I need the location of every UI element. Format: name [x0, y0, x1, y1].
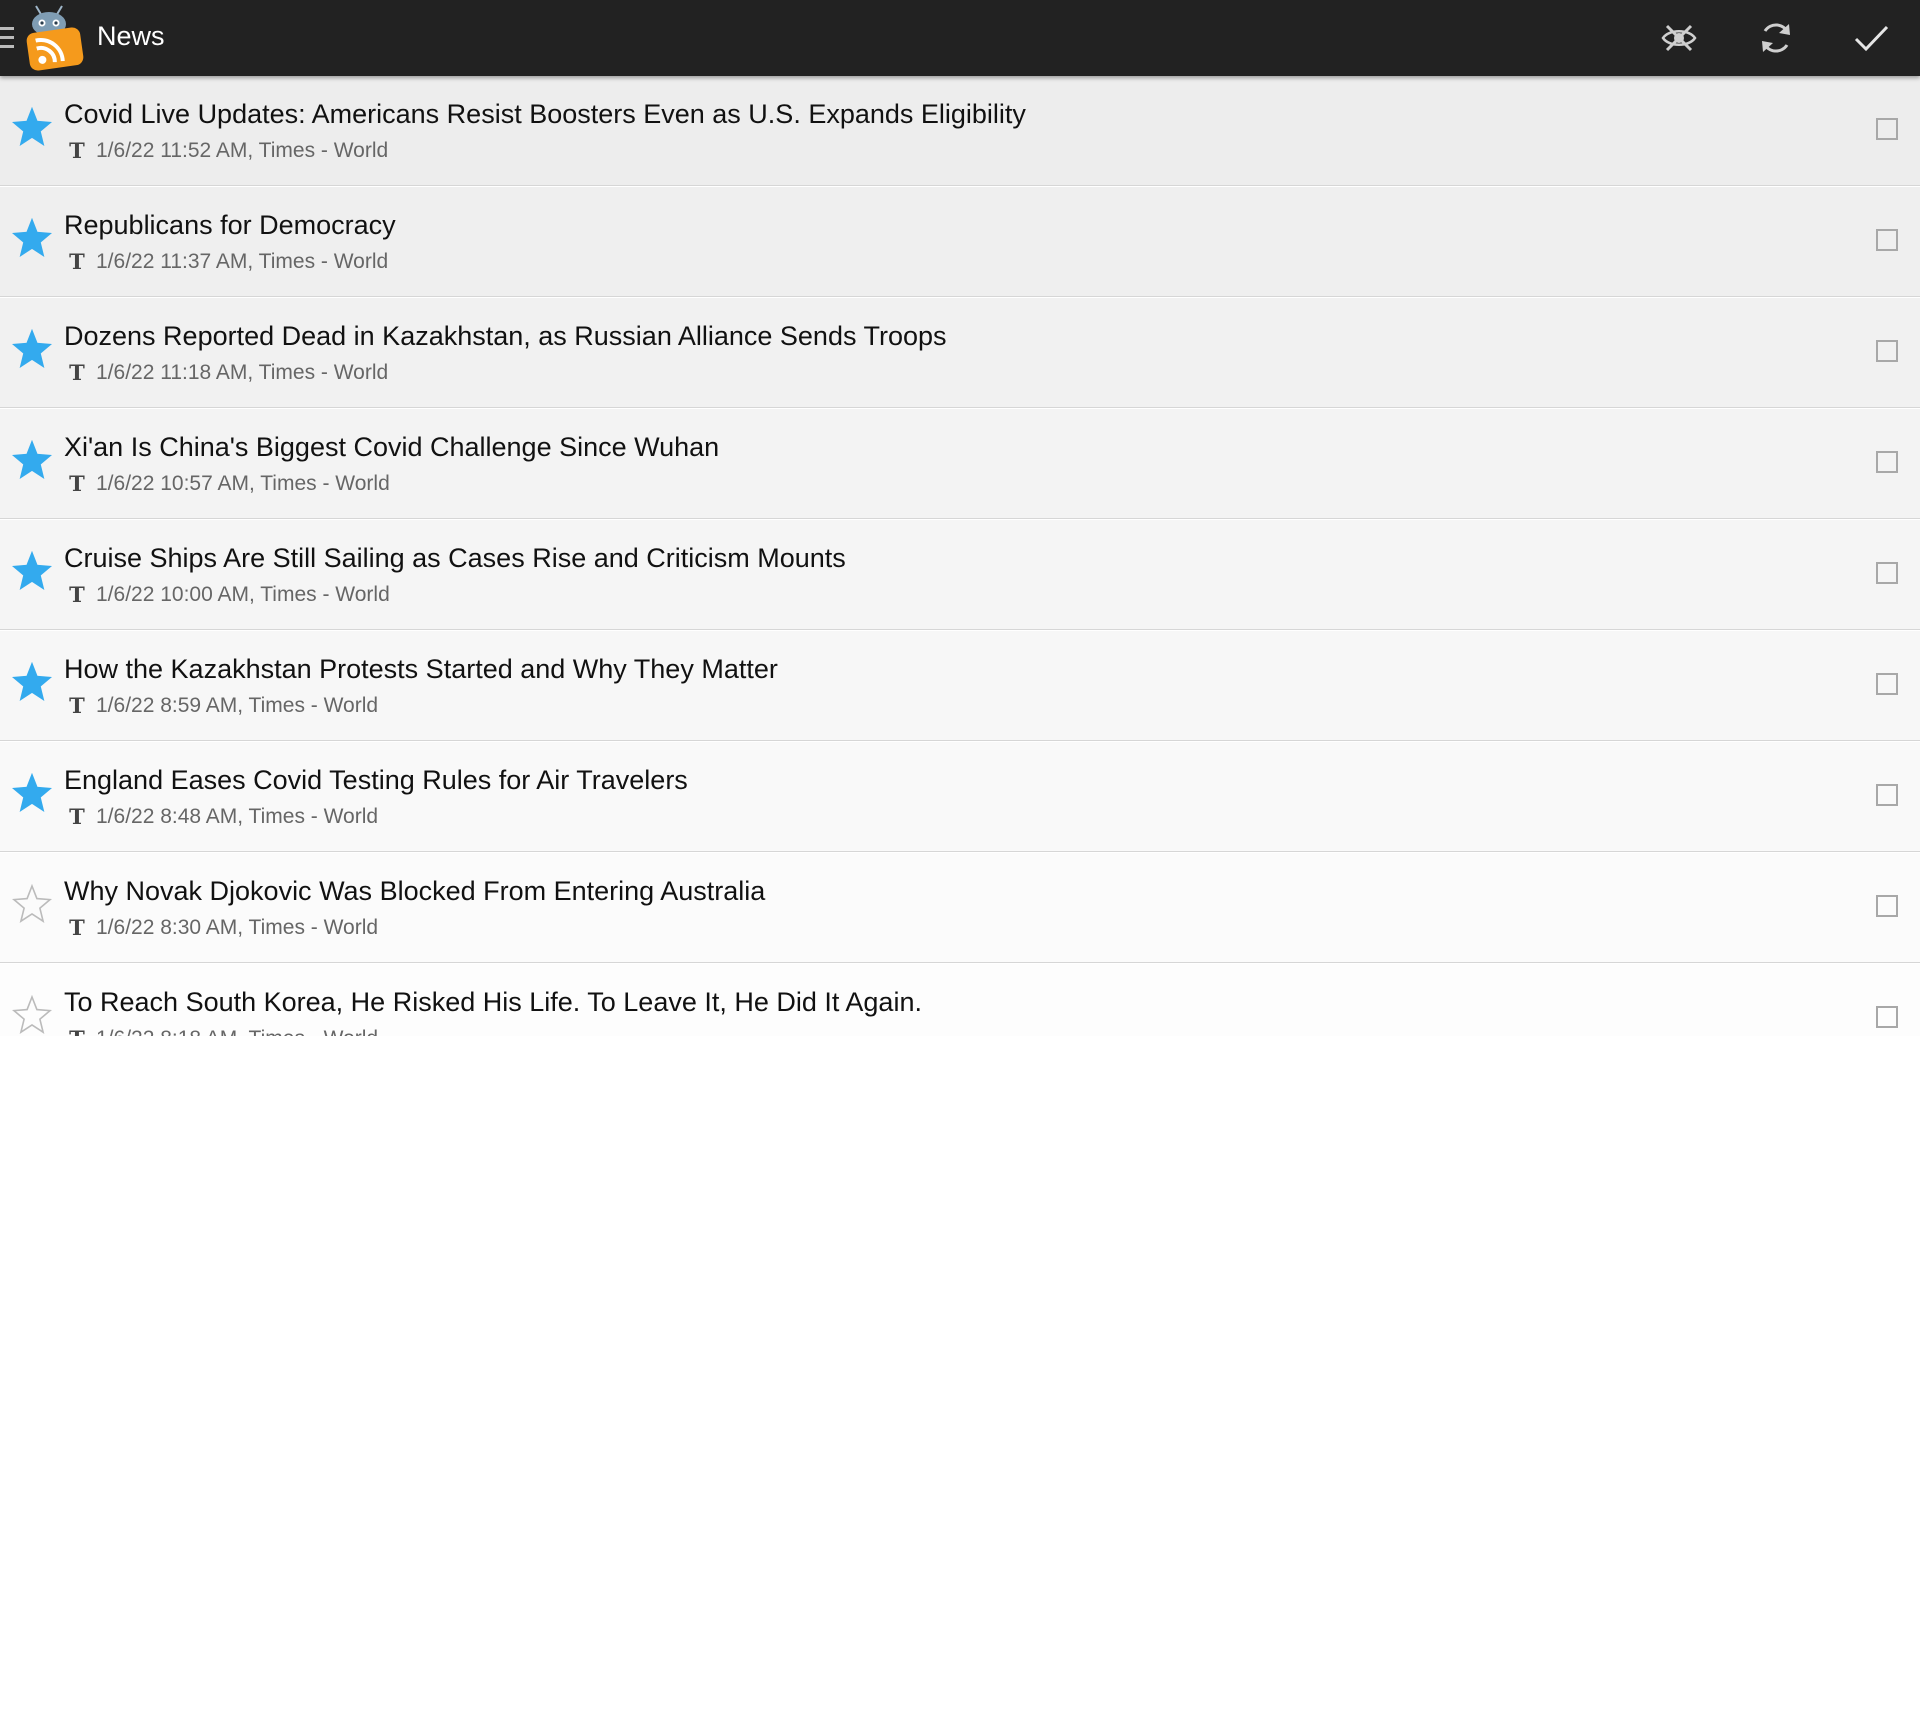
article-meta: 1/6/22 10:57 AM, Times - World: [96, 472, 390, 495]
svg-text:T: T: [69, 804, 85, 828]
refresh-button[interactable]: [1752, 14, 1800, 62]
svg-text:T: T: [69, 249, 85, 273]
article-row[interactable]: To Reach South Korea, He Risked His Life…: [0, 964, 1920, 1036]
feed-source-icon: T: [69, 1026, 85, 1036]
svg-text:T: T: [69, 915, 85, 939]
refresh-icon: [1762, 23, 1790, 53]
app-logo-icon[interactable]: [22, 2, 88, 72]
star-filled-icon[interactable]: [12, 440, 52, 480]
star-filled-icon[interactable]: [12, 773, 52, 813]
article-meta: 1/6/22 8:59 AM, Times - World: [96, 694, 379, 717]
mark-read-checkbox[interactable]: [1876, 784, 1898, 806]
mark-read-checkbox[interactable]: [1876, 673, 1898, 695]
svg-text:T: T: [69, 138, 85, 162]
article-meta: 1/6/22 8:48 AM, Times - World: [96, 805, 379, 828]
mark-read-checkbox[interactable]: [1876, 895, 1898, 917]
hide-read-button[interactable]: [1655, 14, 1703, 62]
mark-read-checkbox[interactable]: [1876, 451, 1898, 473]
article-title: How the Kazakhstan Protests Started and …: [64, 654, 778, 684]
feed-source-icon: T: [69, 360, 85, 384]
mark-all-read-button[interactable]: [1847, 14, 1895, 62]
feed-source-icon: T: [69, 693, 85, 717]
article-row[interactable]: Why Novak Djokovic Was Blocked From Ente…: [0, 853, 1920, 963]
feed-source-icon: T: [69, 138, 85, 162]
article-title: England Eases Covid Testing Rules for Ai…: [64, 765, 688, 795]
article-title: Xi'an Is China's Biggest Covid Challenge…: [64, 432, 720, 462]
article-row[interactable]: Republicans for Democracy T 1/6/22 11:37 A…: [0, 187, 1920, 297]
article-title: Cruise Ships Are Still Sailing as Cases …: [64, 543, 846, 573]
svg-text:T: T: [69, 582, 85, 606]
article-meta: 1/6/22 11:37 AM, Times - World: [96, 250, 389, 273]
mark-read-checkbox[interactable]: [1876, 229, 1898, 251]
svg-text:T: T: [69, 471, 85, 495]
article-row[interactable]: Dozens Reported Dead in Kazakhstan, as R…: [0, 298, 1920, 408]
app-title: News: [97, 21, 165, 51]
article-list: Covid Live Updates: Americans Resist Boo…: [0, 76, 1920, 1036]
article-title: To Reach South Korea, He Risked His Life…: [64, 987, 922, 1017]
article-row[interactable]: How the Kazakhstan Protests Started and …: [0, 631, 1920, 741]
article-title: Republicans for Democracy: [64, 210, 396, 240]
mark-read-checkbox[interactable]: [1876, 340, 1898, 362]
star-filled-icon[interactable]: [12, 218, 52, 258]
svg-text:T: T: [69, 693, 85, 717]
star-outline-icon[interactable]: [12, 884, 52, 924]
mark-read-checkbox[interactable]: [1876, 562, 1898, 584]
star-filled-icon[interactable]: [12, 329, 52, 369]
article-meta: 1/6/22 8:18 AM, Times - World: [96, 1026, 378, 1036]
mark-read-checkbox[interactable]: [1876, 118, 1898, 140]
article-meta: 1/6/22 11:18 AM, Times - World: [96, 361, 389, 384]
feed-source-icon: T: [69, 915, 85, 939]
svg-text:T: T: [69, 1026, 85, 1036]
feed-source-icon: T: [69, 804, 85, 828]
article-title: Dozens Reported Dead in Kazakhstan, as R…: [64, 321, 947, 351]
feed-source-icon: T: [69, 249, 85, 273]
article-title: Why Novak Djokovic Was Blocked From Ente…: [64, 876, 766, 906]
article-row[interactable]: Cruise Ships Are Still Sailing as Cases …: [0, 520, 1920, 630]
article-row[interactable]: England Eases Covid Testing Rules for Ai…: [0, 742, 1920, 852]
checkmark-icon: [1854, 25, 1889, 52]
feed-source-icon: T: [69, 582, 85, 606]
drawer-menu-icon[interactable]: [0, 27, 14, 49]
star-outline-icon[interactable]: [12, 995, 52, 1035]
mark-read-checkbox[interactable]: [1876, 1006, 1898, 1028]
hide-read-icon: [1661, 24, 1697, 52]
action-bar: News: [0, 0, 1920, 76]
article-row[interactable]: Covid Live Updates: Americans Resist Boo…: [0, 76, 1920, 186]
article-meta: 1/6/22 10:00 AM, Times - World: [96, 583, 390, 606]
star-filled-icon[interactable]: [12, 662, 52, 702]
article-meta: 1/6/22 8:30 AM, Times - World: [96, 916, 379, 939]
feed-source-icon: T: [69, 471, 85, 495]
article-row[interactable]: Xi'an Is China's Biggest Covid Challenge…: [0, 409, 1920, 519]
article-title: Covid Live Updates: Americans Resist Boo…: [64, 99, 1026, 129]
svg-text:T: T: [69, 360, 85, 384]
star-filled-icon[interactable]: [12, 551, 52, 591]
article-meta: 1/6/22 11:52 AM, Times - World: [96, 139, 389, 162]
star-filled-icon[interactable]: [12, 107, 52, 147]
